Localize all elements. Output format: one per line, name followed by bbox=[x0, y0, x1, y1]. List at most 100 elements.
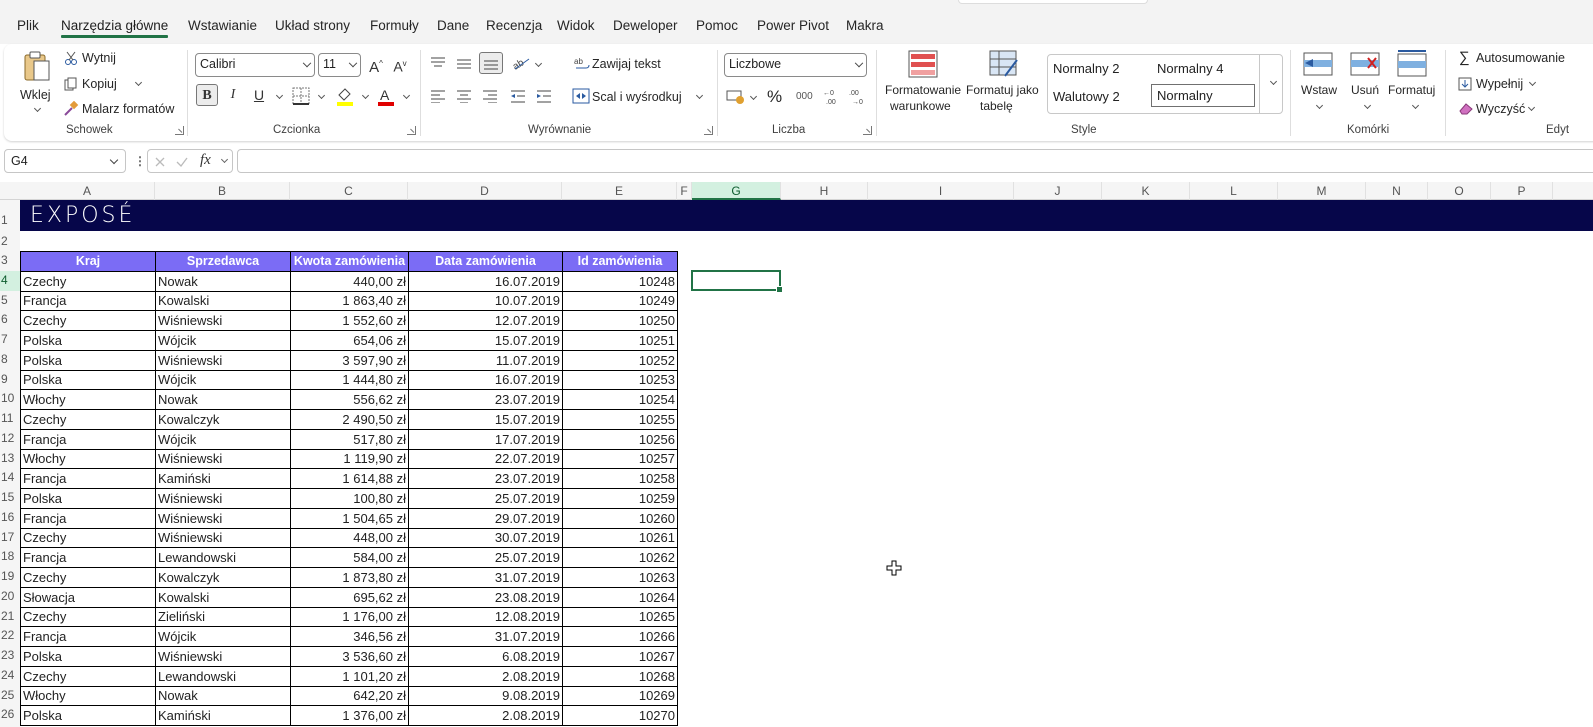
formula-input[interactable] bbox=[237, 149, 1593, 173]
tab-pomoc[interactable]: Pomoc bbox=[696, 18, 738, 33]
cell-sprzedawca[interactable]: Wójcik bbox=[155, 626, 291, 647]
cell-kwota[interactable]: 1 444,80 zł bbox=[290, 369, 409, 391]
format-as-table-button[interactable]: Formatuj jako tabelę bbox=[964, 48, 1044, 120]
row-header[interactable]: 6 bbox=[0, 310, 20, 330]
header-kraj[interactable]: Kraj bbox=[20, 251, 156, 272]
chevron-down-icon[interactable] bbox=[220, 155, 229, 164]
percent-button[interactable]: % bbox=[767, 87, 782, 107]
accounting-format-icon[interactable] bbox=[726, 88, 746, 106]
cell-kraj[interactable]: Francja bbox=[20, 290, 156, 312]
cell-id[interactable]: 10260 bbox=[562, 507, 678, 529]
fill-button[interactable]: Wypełnij bbox=[1476, 77, 1523, 91]
tab-narzedzia-glowne[interactable]: Narzędzia główne bbox=[61, 18, 169, 38]
wrap-text-button[interactable]: Zawijaj tekst bbox=[592, 57, 661, 71]
cancel-icon[interactable] bbox=[154, 156, 166, 168]
column-header-p[interactable]: P bbox=[1491, 182, 1553, 200]
cell-kraj[interactable]: Czechy bbox=[20, 606, 156, 628]
header-kwota[interactable]: Kwota zamówienia bbox=[290, 251, 409, 272]
shrink-font-icon[interactable]: Av bbox=[389, 53, 411, 75]
row-header[interactable]: 11 bbox=[0, 409, 20, 429]
column-header-b[interactable]: B bbox=[155, 182, 290, 200]
cell-sprzedawca[interactable]: Wiśniewski bbox=[155, 527, 291, 549]
cell-id[interactable]: 10268 bbox=[562, 665, 678, 687]
cell-sprzedawca[interactable]: Wiśniewski bbox=[155, 349, 291, 371]
font-color-icon[interactable]: A bbox=[376, 86, 396, 106]
cell-sprzedawca[interactable]: Wójcik bbox=[155, 428, 291, 450]
insert-cells-button[interactable]: Wstaw bbox=[1297, 48, 1341, 120]
thousands-button[interactable]: 000 bbox=[796, 91, 813, 102]
more-options-icon[interactable]: ⋮ bbox=[134, 154, 146, 168]
cell-data[interactable]: 15.07.2019 bbox=[408, 330, 563, 351]
enter-icon[interactable] bbox=[176, 156, 188, 168]
column-header-o[interactable]: O bbox=[1428, 182, 1491, 200]
row-header[interactable]: 20 bbox=[0, 587, 20, 607]
align-left-icon[interactable] bbox=[430, 89, 446, 103]
cell-id[interactable]: 10265 bbox=[562, 606, 678, 628]
active-cell-g4[interactable] bbox=[691, 270, 783, 293]
cell-kwota[interactable]: 346,56 zł bbox=[290, 626, 409, 647]
cell-kwota[interactable]: 3 536,60 zł bbox=[290, 646, 409, 667]
row-header[interactable]: 3 bbox=[0, 251, 20, 271]
cut-button[interactable]: Wytnij bbox=[82, 51, 116, 65]
merge-center-button[interactable]: Scal i wyśrodkuj bbox=[592, 90, 682, 104]
cell-kwota[interactable]: 654,06 zł bbox=[290, 330, 409, 351]
cell-kwota[interactable]: 642,20 zł bbox=[290, 685, 409, 707]
cell-data[interactable]: 31.07.2019 bbox=[408, 626, 563, 647]
decrease-decimal-icon[interactable]: .00→0 bbox=[848, 87, 870, 107]
cell-kwota[interactable]: 1 101,20 zł bbox=[290, 665, 409, 687]
cell-kraj[interactable]: Francja bbox=[20, 468, 156, 489]
cell-data[interactable]: 11.07.2019 bbox=[408, 349, 563, 371]
cell-kraj[interactable]: Czechy bbox=[20, 310, 156, 331]
cell-id[interactable]: 10269 bbox=[562, 685, 678, 707]
cell-kraj[interactable]: Polska bbox=[20, 330, 156, 351]
cell-sprzedawca[interactable]: Wiśniewski bbox=[155, 448, 291, 470]
format-cells-button[interactable]: Formatuj bbox=[1388, 48, 1438, 120]
align-right-icon[interactable] bbox=[482, 89, 498, 103]
column-header-c[interactable]: C bbox=[290, 182, 408, 200]
cell-kwota[interactable]: 1 176,00 zł bbox=[290, 606, 409, 628]
tab-formuly[interactable]: Formuły bbox=[370, 18, 419, 33]
cell-kwota[interactable]: 584,00 zł bbox=[290, 547, 409, 568]
row-header[interactable]: 2 bbox=[0, 231, 20, 251]
number-format-select[interactable]: Liczbowe bbox=[724, 53, 867, 77]
cell-kwota[interactable]: 3 597,90 zł bbox=[290, 349, 409, 371]
cell-data[interactable]: 23.07.2019 bbox=[408, 389, 563, 410]
cell-sprzedawca[interactable]: Nowak bbox=[155, 389, 291, 410]
cell-data[interactable]: 30.07.2019 bbox=[408, 527, 563, 549]
style-normalny-4[interactable]: Normalny 4 bbox=[1157, 61, 1223, 76]
delete-cells-button[interactable]: Usuń bbox=[1346, 48, 1386, 120]
search-box-edge[interactable] bbox=[958, 0, 1148, 4]
align-center-icon[interactable] bbox=[456, 89, 472, 103]
tab-wstawianie[interactable]: Wstawianie bbox=[188, 18, 257, 33]
header-id[interactable]: Id zamówienia bbox=[562, 251, 678, 272]
clear-button[interactable]: Wyczyść bbox=[1476, 102, 1525, 116]
cell-id[interactable]: 10259 bbox=[562, 488, 678, 509]
cell-data[interactable]: 12.08.2019 bbox=[408, 606, 563, 628]
cell-sprzedawca[interactable]: Kowalski bbox=[155, 290, 291, 312]
cell-data[interactable]: 25.07.2019 bbox=[408, 488, 563, 509]
cell-data[interactable]: 12.07.2019 bbox=[408, 310, 563, 331]
font-color-chevron-icon[interactable] bbox=[402, 91, 411, 100]
cell-kwota[interactable]: 1 552,60 zł bbox=[290, 310, 409, 331]
row-header[interactable]: 15 bbox=[0, 488, 20, 508]
cell-id[interactable]: 10249 bbox=[562, 290, 678, 312]
row-header[interactable]: 8 bbox=[0, 350, 20, 370]
column-header-j[interactable]: J bbox=[1014, 182, 1102, 200]
cell-data[interactable]: 17.07.2019 bbox=[408, 428, 563, 450]
cell-sprzedawca[interactable]: Kamiński bbox=[155, 468, 291, 489]
cell-data[interactable]: 10.07.2019 bbox=[408, 290, 563, 312]
merge-chevron-icon[interactable] bbox=[695, 91, 704, 100]
cell-data[interactable]: 22.07.2019 bbox=[408, 448, 563, 470]
font-launcher-icon[interactable] bbox=[407, 126, 416, 135]
align-middle-icon[interactable] bbox=[456, 56, 472, 70]
column-header-l[interactable]: L bbox=[1190, 182, 1278, 200]
font-family-select[interactable]: Calibri bbox=[195, 53, 315, 77]
align-bottom-button[interactable] bbox=[479, 52, 503, 74]
cell-sprzedawca[interactable]: Wiśniewski bbox=[155, 488, 291, 509]
row-header[interactable]: 26 bbox=[0, 705, 20, 725]
cell-sprzedawca[interactable]: Kamiński bbox=[155, 705, 291, 726]
row-header[interactable]: 7 bbox=[0, 330, 20, 350]
cell-id[interactable]: 10261 bbox=[562, 527, 678, 549]
cell-data[interactable]: 9.08.2019 bbox=[408, 685, 563, 707]
style-walutowy-2[interactable]: Walutowy 2 bbox=[1053, 89, 1120, 104]
